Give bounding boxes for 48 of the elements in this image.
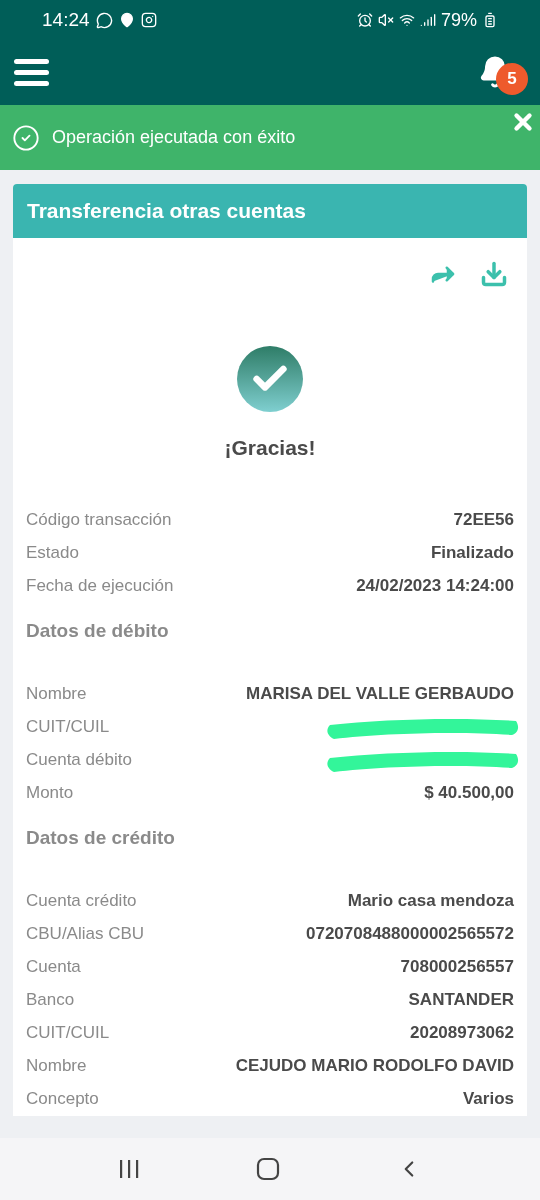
field-value: 0720708488000002565572: [306, 923, 514, 946]
field-label: Cuenta débito: [26, 749, 132, 772]
thanks-heading: ¡Gracias!: [224, 435, 316, 461]
field-label: Cuenta: [26, 956, 81, 979]
section-heading: Datos de débito: [26, 619, 169, 641]
banner-message: Operación ejecutada con éxito: [52, 126, 296, 149]
field-value: Mario casa mendoza: [347, 890, 514, 913]
field-value: 20208973062: [410, 1022, 514, 1045]
status-time: 14:24: [42, 7, 90, 32]
field-value: 708000256557: [400, 956, 514, 979]
field-value: Finalizado: [430, 542, 514, 565]
download-icon: [480, 260, 508, 288]
mute-icon: [377, 12, 394, 28]
field-label: Banco: [26, 989, 75, 1012]
field-label: CUIT/CUIL: [26, 1022, 110, 1045]
battery-level: 79%: [440, 8, 477, 32]
field-value: Varios: [462, 1088, 514, 1111]
field-value: 24/02/2023 14:24:00: [356, 575, 514, 598]
field-label: Cuenta crédito: [26, 890, 137, 913]
field-value: CEJUDO MARIO RODOLFO DAVID: [235, 1055, 514, 1078]
menu-button[interactable]: [14, 59, 49, 86]
notifications-button[interactable]: 5: [476, 48, 528, 97]
field-label: CUIT/CUIL: [26, 716, 110, 739]
recent-apps-icon[interactable]: [118, 1159, 140, 1179]
field-label: CBU/Alias CBU: [26, 923, 145, 946]
field-value: SANTANDER: [408, 989, 514, 1012]
chat-icon: [95, 11, 113, 29]
field-label: Concepto: [26, 1088, 99, 1111]
signal-icon: [419, 12, 436, 28]
field-label: Nombre: [26, 683, 87, 706]
section-heading: Datos de crédito: [26, 826, 175, 848]
alarm-icon: [356, 12, 373, 28]
home-icon[interactable]: [256, 1157, 280, 1181]
field-label: Fecha de ejecución: [26, 575, 174, 598]
field-label: Código transacción: [26, 509, 172, 532]
check-circle-icon: [12, 123, 40, 152]
card-title: Transferencia otras cuentas: [27, 198, 306, 225]
battery-icon: [482, 12, 498, 28]
location-icon: [118, 12, 135, 28]
field-value: 72EE56: [453, 509, 514, 532]
field-value: $ 40.500,00: [424, 782, 514, 805]
notification-count: 5: [496, 62, 528, 95]
field-value: MARISA DEL VALLE GERBAUDO: [246, 683, 514, 706]
field-label: Monto: [26, 782, 74, 805]
field-label: Estado: [26, 542, 79, 565]
camera-icon: [140, 12, 157, 28]
wifi-icon: [398, 12, 415, 28]
field-label: Nombre: [26, 1055, 87, 1078]
